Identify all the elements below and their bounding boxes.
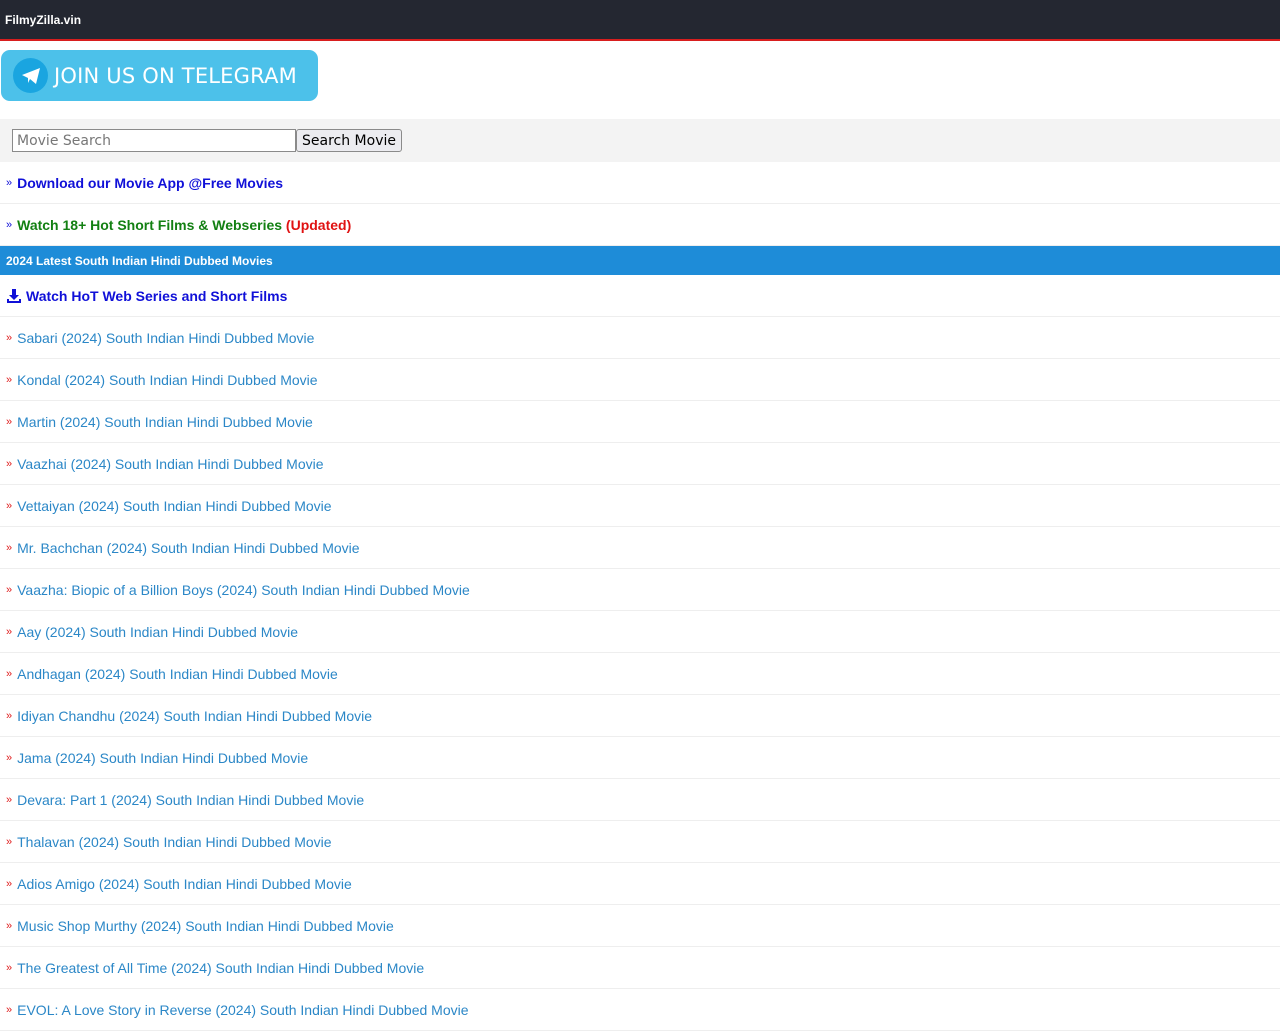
raquo-icon: » bbox=[6, 877, 13, 890]
raquo-icon: » bbox=[6, 835, 13, 848]
movie-list-item[interactable]: » Aay (2024) South Indian Hindi Dubbed Mo… bbox=[0, 611, 1280, 653]
movie-title: Adios Amigo (2024) South Indian Hindi Du… bbox=[17, 875, 352, 892]
raquo-icon: » bbox=[6, 176, 13, 189]
movie-title: Devara: Part 1 (2024) South Indian Hindi… bbox=[17, 791, 365, 808]
raquo-icon: » bbox=[6, 961, 13, 974]
movie-title: Kondal (2024) South Indian Hindi Dubbed … bbox=[17, 371, 318, 388]
hot-link-label: Watch 18+ Hot Short Films & Webseries bbox=[17, 216, 283, 233]
movie-list-item[interactable]: » Adios Amigo (2024) South Indian Hindi D… bbox=[0, 863, 1280, 905]
site-header: FilmyZilla.vin bbox=[0, 0, 1280, 41]
raquo-icon: » bbox=[6, 709, 13, 722]
movie-title: Aay (2024) South Indian Hindi Dubbed Mov… bbox=[17, 623, 299, 640]
raquo-icon: » bbox=[6, 415, 13, 428]
raquo-icon: » bbox=[6, 541, 13, 554]
movie-list-item[interactable]: » Andhagan (2024) South Indian Hindi Dubb… bbox=[0, 653, 1280, 695]
movie-title: Vaazhai (2024) South Indian Hindi Dubbed… bbox=[17, 455, 324, 472]
site-logo[interactable]: FilmyZilla.vin bbox=[5, 13, 81, 27]
movie-list-item[interactable]: » Idiyan Chandhu (2024) South Indian Hind… bbox=[0, 695, 1280, 737]
app-download-link[interactable]: » Download our Movie App @Free Movies bbox=[0, 162, 1280, 204]
raquo-icon: » bbox=[6, 218, 13, 231]
movie-title: Thalavan (2024) South Indian Hindi Dubbe… bbox=[17, 833, 332, 850]
raquo-icon: » bbox=[6, 457, 13, 470]
movie-list-item[interactable]: » The Greatest of All Time (2024) South I… bbox=[0, 947, 1280, 989]
raquo-icon: » bbox=[6, 919, 13, 932]
movie-list-item[interactable]: » Vettaiyan (2024) South Indian Hindi Dub… bbox=[0, 485, 1280, 527]
search-movie-button[interactable]: Search Movie bbox=[296, 129, 402, 152]
movie-list-item[interactable]: » Kondal (2024) South Indian Hindi Dubbed… bbox=[0, 359, 1280, 401]
movie-title: Jama (2024) South Indian Hindi Dubbed Mo… bbox=[17, 749, 309, 766]
movie-title: EVOL: A Love Story in Reverse (2024) Sou… bbox=[17, 1001, 469, 1018]
movie-list-item[interactable]: » Vaazhai (2024) South Indian Hindi Dubbe… bbox=[0, 443, 1280, 485]
telegram-banner[interactable]: JOIN US ON TELEGRAM bbox=[1, 50, 318, 101]
movie-title: Vettaiyan (2024) South Indian Hindi Dubb… bbox=[17, 497, 332, 514]
section-title: 2024 Latest South Indian Hindi Dubbed Mo… bbox=[0, 246, 1280, 275]
hot-series-label: Watch HoT Web Series and Short Films bbox=[26, 287, 288, 304]
movie-list-item[interactable]: » Vaazha: Biopic of a Billion Boys (2024)… bbox=[0, 569, 1280, 611]
movie-list-item[interactable]: » Sabari (2024) South Indian Hindi Dubbed… bbox=[0, 317, 1280, 359]
updated-badge: (Updated) bbox=[285, 216, 352, 233]
movie-title: Music Shop Murthy (2024) South Indian Hi… bbox=[17, 917, 394, 934]
movie-list-item[interactable]: » Mr. Bachchan (2024) South Indian Hindi … bbox=[0, 527, 1280, 569]
hot-series-link[interactable]: Watch HoT Web Series and Short Films bbox=[0, 275, 1280, 317]
raquo-icon: » bbox=[6, 667, 13, 680]
app-link-label: Download our Movie App @Free Movies bbox=[17, 174, 284, 191]
telegram-label: JOIN US ON TELEGRAM bbox=[54, 63, 297, 88]
movie-title: Vaazha: Biopic of a Billion Boys (2024) … bbox=[17, 581, 470, 598]
movie-list-item[interactable]: » Thalavan (2024) South Indian Hindi Dubb… bbox=[0, 821, 1280, 863]
movie-title: Mr. Bachchan (2024) South Indian Hindi D… bbox=[17, 539, 360, 556]
movie-list-item[interactable]: » Devara: Part 1 (2024) South Indian Hind… bbox=[0, 779, 1280, 821]
raquo-icon: » bbox=[6, 793, 13, 806]
movie-list-item[interactable]: » Jama (2024) South Indian Hindi Dubbed M… bbox=[0, 737, 1280, 779]
hot-films-link[interactable]: » Watch 18+ Hot Short Films & Webseries … bbox=[0, 204, 1280, 246]
search-bar: Search Movie bbox=[0, 119, 1280, 162]
raquo-icon: » bbox=[6, 1003, 13, 1016]
movie-title: The Greatest of All Time (2024) South In… bbox=[17, 959, 425, 976]
movie-list-item[interactable]: » EVOL: A Love Story in Reverse (2024) So… bbox=[0, 989, 1280, 1031]
movie-title: Martin (2024) South Indian Hindi Dubbed … bbox=[17, 413, 313, 430]
download-icon bbox=[6, 288, 22, 304]
movie-title: Sabari (2024) South Indian Hindi Dubbed … bbox=[17, 329, 315, 346]
movie-list-item[interactable]: » Music Shop Murthy (2024) South Indian H… bbox=[0, 905, 1280, 947]
movie-search-input[interactable] bbox=[12, 129, 296, 152]
raquo-icon: » bbox=[6, 751, 13, 764]
telegram-icon bbox=[13, 58, 48, 93]
movie-title: Andhagan (2024) South Indian Hindi Dubbe… bbox=[17, 665, 338, 682]
raquo-icon: » bbox=[6, 331, 13, 344]
movie-list: » Sabari (2024) South Indian Hindi Dubbed… bbox=[0, 317, 1280, 1031]
raquo-icon: » bbox=[6, 583, 13, 596]
raquo-icon: » bbox=[6, 625, 13, 638]
raquo-icon: » bbox=[6, 499, 13, 512]
movie-title: Idiyan Chandhu (2024) South Indian Hindi… bbox=[17, 707, 373, 724]
raquo-icon: » bbox=[6, 373, 13, 386]
movie-list-item[interactable]: » Martin (2024) South Indian Hindi Dubbed… bbox=[0, 401, 1280, 443]
